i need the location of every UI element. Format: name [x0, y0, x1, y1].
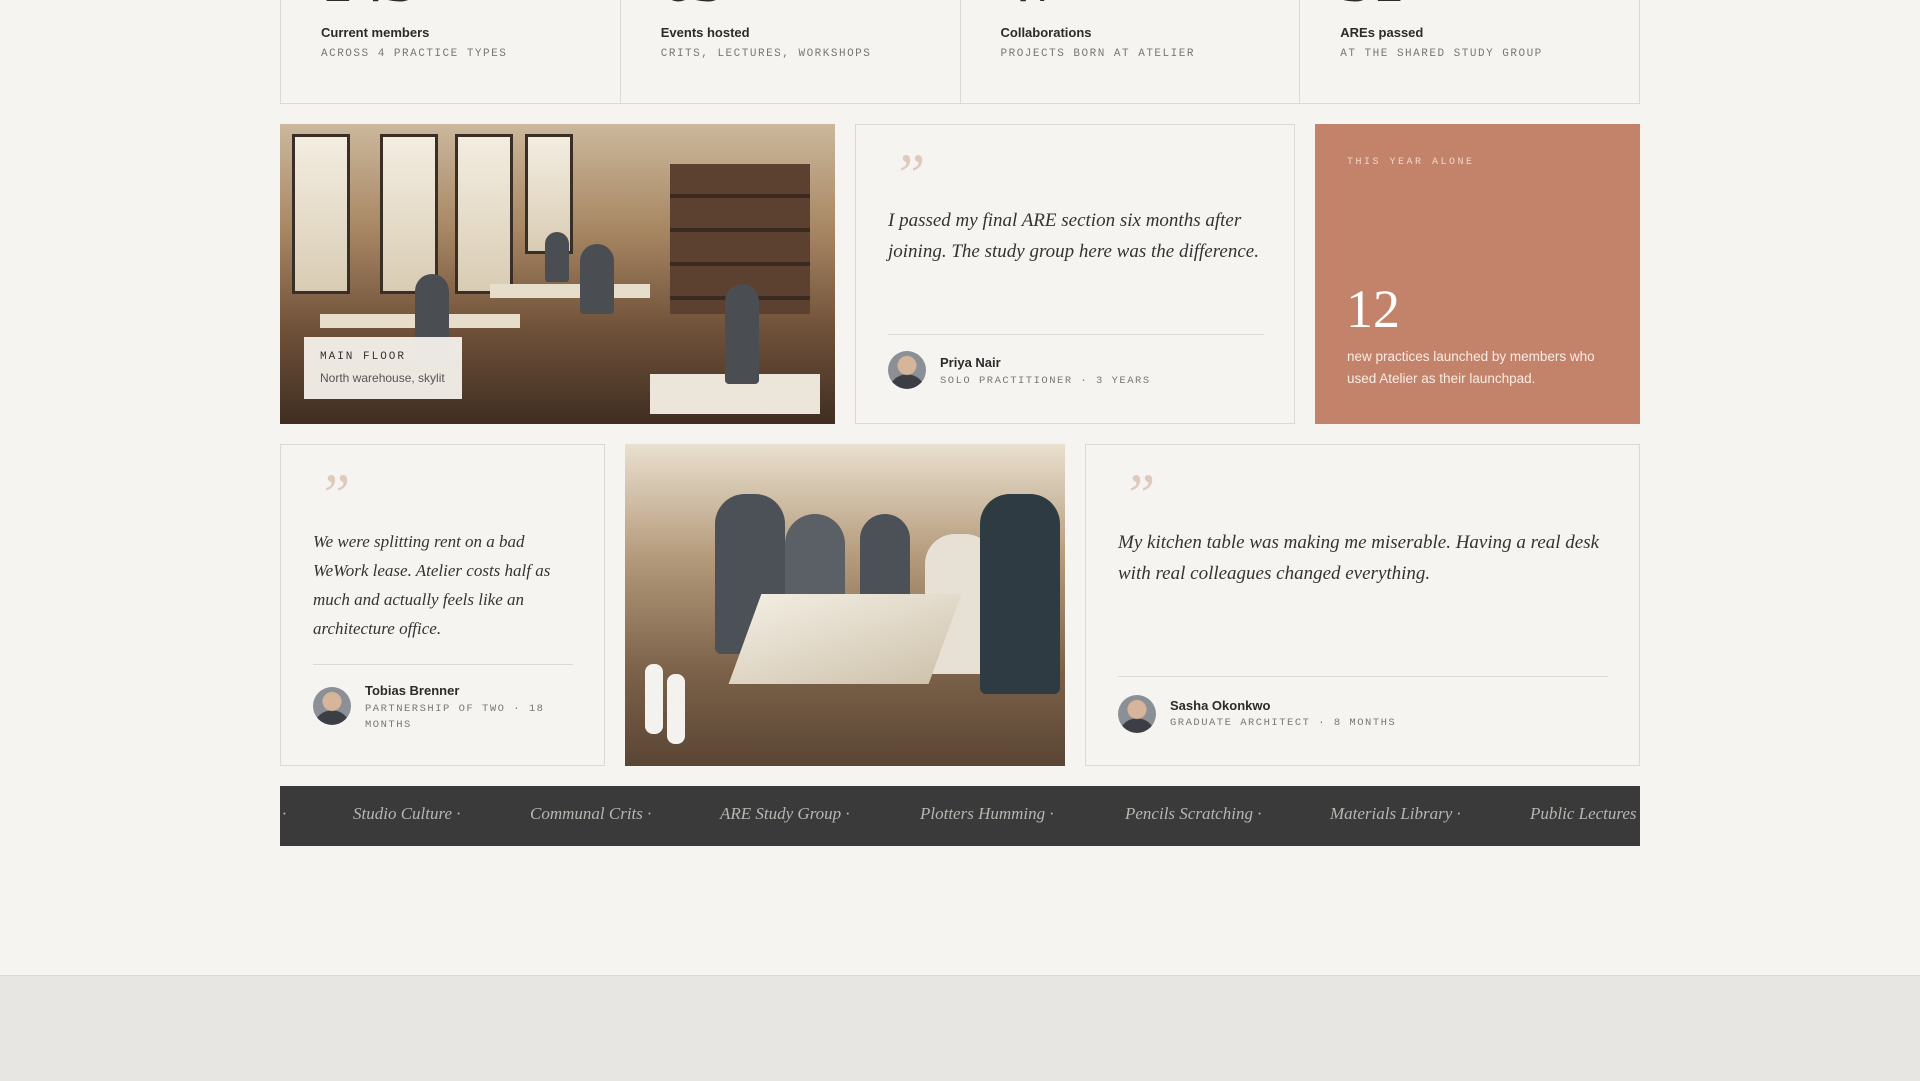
stat-value: 143 [321, 0, 417, 12]
main-floor-photo: MAIN FLOOR North warehouse, skylit [280, 124, 835, 424]
avatar [1118, 695, 1156, 733]
ticker-item: Communal Crits · [530, 804, 652, 823]
divider [888, 334, 1264, 335]
stat-members: 143 Current members ACROSS 4 PRACTICE TY… [281, 0, 621, 103]
stat-sub: CRITS, LECTURES, WORKSHOPS [660, 48, 872, 60]
stat-label: Events hosted [660, 25, 750, 40]
team-model-photo [625, 444, 1065, 766]
ticker-item: Studio Culture · [353, 804, 461, 823]
ticker-item: · [282, 804, 287, 823]
stat-label: Current members [321, 25, 430, 40]
person-figure [580, 244, 614, 314]
divider [1118, 676, 1608, 677]
caption-text: North warehouse, skylit [320, 371, 445, 385]
photo-caption: MAIN FLOOR North warehouse, skylit [304, 337, 462, 399]
window-shape [380, 134, 438, 294]
testimonial-name: Tobias Brenner [365, 683, 460, 698]
stat-value: 47 [1001, 0, 1065, 12]
caption-title: MAIN FLOOR [320, 351, 407, 363]
testimonial-card: ” We were splitting rent on a bad WeWork… [280, 444, 605, 766]
footer-band [0, 975, 1920, 1081]
stats-row: 143 Current members ACROSS 4 PRACTICE TY… [280, 0, 1640, 104]
testimonial-name: Priya Nair [940, 355, 1001, 370]
testimonial-quote: My kitchen table was making me miserable… [1118, 532, 1600, 584]
window-shape [455, 134, 513, 294]
callout-text: new practices launched by members who us… [1347, 349, 1595, 386]
person-figure [860, 514, 910, 604]
stat-ares: 31 AREs passed AT THE SHARED STUDY GROUP [1300, 0, 1639, 103]
testimonial-card: ” My kitchen table was making me miserab… [1085, 444, 1640, 766]
stat-sub: AT THE SHARED STUDY GROUP [1340, 48, 1543, 60]
stat-collaborations: 47 Collaborations PROJECTS BORN AT ATELI… [961, 0, 1301, 103]
paper-roll-shape [667, 674, 685, 744]
ticker-item: Plotters Humming · [920, 804, 1054, 823]
ticker-item: Public Lectures [1530, 804, 1637, 823]
stat-sub: PROJECTS BORN AT ATELIER [1000, 48, 1195, 60]
testimonial-quote: We were splitting rent on a bad WeWork l… [313, 532, 551, 638]
window-shape [292, 134, 350, 294]
ticker-item: ARE Study Group · [720, 804, 850, 823]
testimonial-card: ” I passed my final ARE section six mont… [855, 124, 1295, 424]
testimonial-role: GRADUATE ARCHITECT · 8 MONTHS [1170, 717, 1397, 729]
person-figure [725, 284, 759, 384]
quote-mark-icon: ” [892, 142, 926, 208]
stat-events: 63 Events hosted CRITS, LECTURES, WORKSH… [621, 0, 961, 103]
stat-value: 63 [661, 0, 725, 12]
architecture-model-shape [728, 594, 962, 684]
stat-label: AREs passed [1340, 25, 1424, 40]
person-figure [545, 232, 569, 282]
marquee-ticker: · Studio Culture · Communal Crits · ARE … [280, 786, 1640, 846]
stat-callout: THIS YEAR ALONE 12 new practices launche… [1315, 124, 1640, 424]
ticker-item: Materials Library · [1330, 804, 1461, 823]
callout-eyebrow: THIS YEAR ALONE [1347, 157, 1475, 168]
quote-mark-icon: ” [317, 462, 351, 528]
ticker-item: Pencils Scratching · [1125, 804, 1262, 823]
paper-roll-shape [645, 664, 663, 734]
stat-value: 31 [1340, 0, 1404, 12]
avatar [888, 351, 926, 389]
quote-mark-icon: ” [1122, 462, 1156, 528]
callout-number: 12 [1346, 279, 1400, 339]
testimonial-name: Sasha Okonkwo [1170, 698, 1271, 713]
drafting-table-shape [490, 284, 650, 298]
divider [313, 664, 573, 665]
testimonial-role: PARTNERSHIP OF TWO · 18 MONTHS [365, 703, 545, 731]
stat-sub: ACROSS 4 PRACTICE TYPES [321, 48, 508, 60]
testimonial-quote: I passed my final ARE section six months… [888, 210, 1259, 262]
stat-label: Collaborations [1000, 25, 1092, 40]
avatar [313, 687, 351, 725]
person-figure [980, 494, 1060, 694]
testimonial-role: SOLO PRACTITIONER · 3 YEARS [940, 375, 1151, 387]
